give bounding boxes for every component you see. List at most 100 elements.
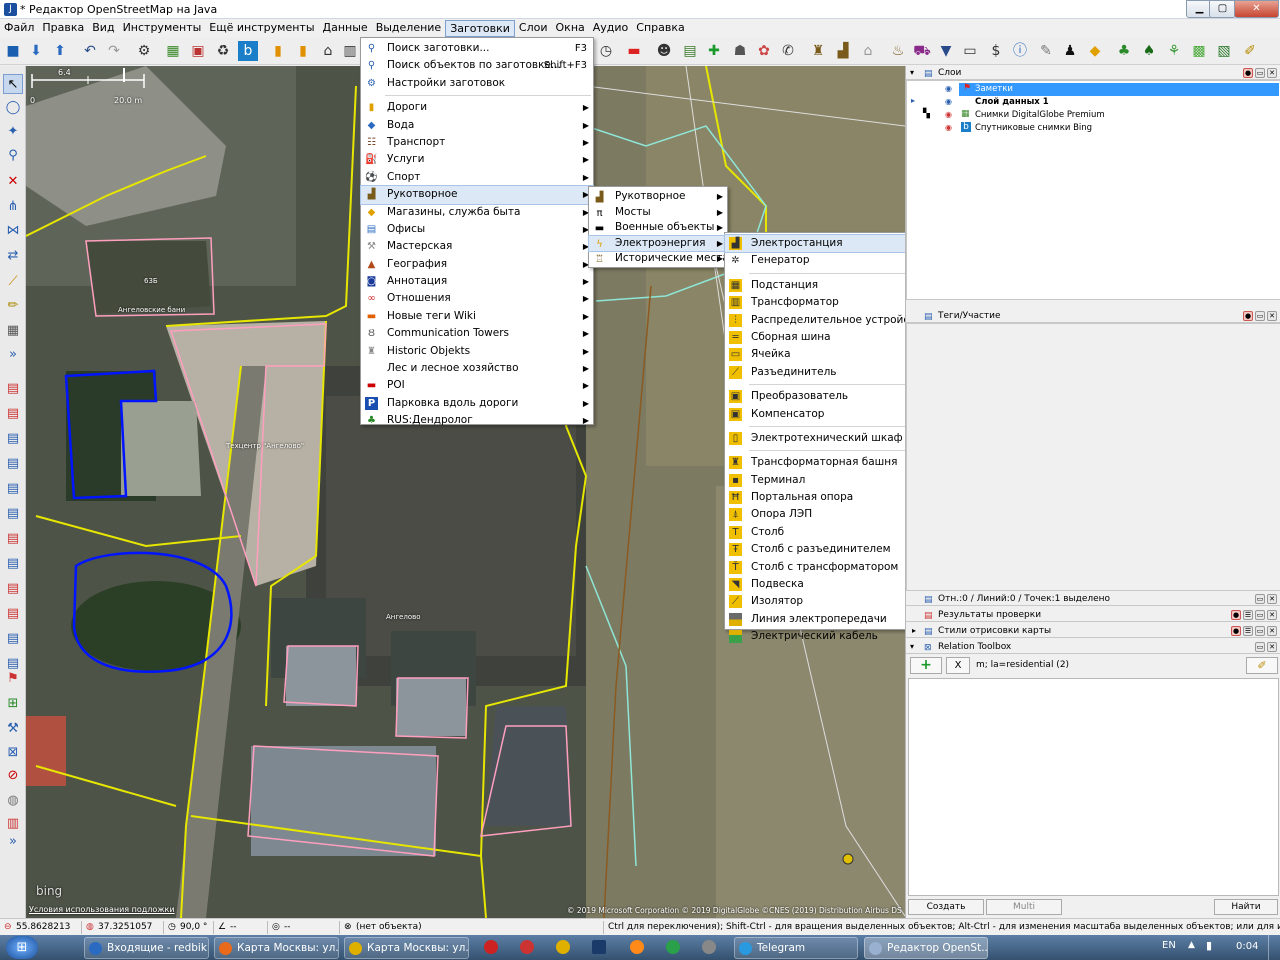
marker-icon[interactable]: ⚑ xyxy=(3,669,23,689)
flag-ru-icon[interactable]: ▬ xyxy=(624,41,644,61)
app-icon-1[interactable] xyxy=(556,940,570,954)
menu-more-tools[interactable]: Ещё инструменты xyxy=(205,20,318,37)
map-icon[interactable]: ▤ xyxy=(680,41,700,61)
castle-icon[interactable]: ♜ xyxy=(808,41,828,61)
plus-health-icon[interactable]: ✚ xyxy=(704,41,724,61)
collapse-icon[interactable]: ▾ xyxy=(910,66,914,80)
menu-parking-lane[interactable]: P Парковка вдоль дороги ▶ xyxy=(361,395,593,412)
menu-substation[interactable]: ▦ Подстанция xyxy=(725,277,917,294)
combine-icon[interactable]: ⋈ xyxy=(3,221,23,241)
panel-settings-icon[interactable]: ☰ xyxy=(1243,610,1253,620)
menu-view[interactable]: Вид xyxy=(88,20,118,37)
task-firefox-1[interactable]: Карта Москвы: ул... xyxy=(214,937,339,959)
tree-icon[interactable]: ♣ xyxy=(1114,41,1134,61)
expand-icon[interactable]: ▸ xyxy=(912,624,916,638)
styles-panel-header[interactable]: ▸ ▤ Стили отрисовки карты ● ☰ ▭ ✕ xyxy=(906,624,1280,638)
menu-search-by-preset[interactable]: ⚲ Поиск объектов по заготовке... Shift+F3 xyxy=(361,57,593,74)
menu-pole-transformer[interactable]: Ť Столб с трансформатором xyxy=(725,559,917,576)
toggle-conflict-icon[interactable]: ▤ xyxy=(3,479,23,499)
add-relation-button[interactable]: + xyxy=(910,657,942,674)
upload-icon[interactable]: ⬆ xyxy=(50,41,70,61)
lasso-icon[interactable]: ◯ xyxy=(3,98,23,118)
menu-portal[interactable]: Ħ Портальная опора xyxy=(725,489,917,506)
app-icon-2[interactable] xyxy=(630,940,644,954)
panel-minimize-icon[interactable]: ✕ xyxy=(1267,311,1277,321)
menu-power-plant[interactable]: ▟ Электростанция xyxy=(724,233,918,254)
visibility-eye-icon[interactable]: ◉ xyxy=(945,123,952,132)
visibility-eye-icon[interactable]: ◉ xyxy=(945,110,952,119)
panel-close-icon[interactable]: ● xyxy=(1243,311,1253,321)
menu-services[interactable]: ⛽ Услуги ▶ xyxy=(361,151,593,168)
maximize-button[interactable]: ▢ xyxy=(1209,0,1236,18)
selection-panel-header[interactable]: ▤ Отн.:0 / Линий:0 / Точек:1 выделено ▭ … xyxy=(906,592,1280,606)
clock-icon[interactable]: ◷ xyxy=(596,41,616,61)
panel-detach-icon[interactable]: ▭ xyxy=(1255,311,1265,321)
barcode-icon[interactable]: ▥ xyxy=(3,814,23,834)
task-josm[interactable]: Редактор OpenSt... xyxy=(864,937,988,959)
panel-close-icon[interactable]: ● xyxy=(1243,68,1253,78)
create-button[interactable]: Создать xyxy=(908,899,984,915)
layers-panel-header[interactable]: ▾ ▤ Слои ● ▭ ✕ xyxy=(906,66,1280,80)
menu-dendrolog[interactable]: ♣ RUS:Дендролог ▶ xyxy=(361,412,593,429)
menu-wiki-tags[interactable]: ▬ Новые теги Wiki ▶ xyxy=(361,308,593,325)
building-tool-icon[interactable]: ▦ xyxy=(3,321,23,341)
panel-detach-icon[interactable]: ▭ xyxy=(1255,626,1265,636)
toggle-notes-icon[interactable]: ▤ xyxy=(3,579,23,599)
shop-cart-icon[interactable]: ⛟ xyxy=(912,41,932,61)
layer-notes[interactable]: Заметки xyxy=(975,83,1013,96)
no-entry-icon[interactable]: ⊘ xyxy=(3,766,23,786)
panel-minimize-icon[interactable]: ✕ xyxy=(1267,610,1277,620)
toggle-author-icon[interactable]: ▤ xyxy=(3,604,23,624)
clock[interactable]: 0:04 xyxy=(1236,941,1258,952)
expand-more-icon[interactable]: » xyxy=(3,832,23,852)
menu-search-preset[interactable]: ⚲ Поиск заготовки... F3 xyxy=(361,40,593,57)
farmland-icon[interactable]: ▧ xyxy=(1214,41,1234,61)
clothes-icon[interactable]: ▼ xyxy=(936,41,956,61)
menu-tower[interactable]: ⍋ Опора ЛЭП xyxy=(725,506,917,523)
expand-icon[interactable]: ▸ xyxy=(911,96,915,105)
menu-converter[interactable]: ▣ Преобразователь xyxy=(725,388,917,405)
menu-compensator[interactable]: ▣ Компенсатор xyxy=(725,406,917,423)
menu-cabinet[interactable]: ▯ Электротехнический шкаф xyxy=(725,430,917,447)
info-icon[interactable]: ⓘ xyxy=(1010,41,1030,61)
toggle-layers-icon[interactable]: ▤ xyxy=(3,379,23,399)
menu-insulator[interactable]: ⟋ Изолятор xyxy=(725,593,917,610)
panel-detach-icon[interactable]: ▭ xyxy=(1255,594,1265,604)
menu-water[interactable]: ◆ Вода ▶ xyxy=(361,117,593,134)
panel-minimize-icon[interactable]: ✕ xyxy=(1267,642,1277,652)
whatsapp-icon[interactable] xyxy=(666,940,680,954)
redo-icon[interactable]: ↷ xyxy=(104,41,124,61)
layer-data[interactable]: Слой данных 1 xyxy=(975,96,1049,109)
menu-help[interactable]: Справка xyxy=(632,20,688,37)
menu-military[interactable]: ▬ Военные объекты ▶ xyxy=(589,220,727,236)
toggle-tags-icon[interactable]: ▤ xyxy=(3,404,23,424)
barrier-icon[interactable]: ⌂ xyxy=(318,41,338,61)
validation-panel-header[interactable]: ▤ Результаты проверки ● ☰ ▭ ✕ xyxy=(906,608,1280,622)
draw-icon[interactable]: ✦ xyxy=(3,122,23,142)
show-desktop-button[interactable] xyxy=(1268,935,1280,960)
clear-relation-button[interactable]: X xyxy=(946,657,970,674)
opera-icon[interactable] xyxy=(484,940,498,954)
bag-icon[interactable]: ◆ xyxy=(1085,41,1105,61)
phone-icon[interactable]: ✆ xyxy=(778,41,798,61)
forest-icon[interactable]: ♠ xyxy=(1139,41,1159,61)
attachment-icon[interactable]: ✎ xyxy=(1036,41,1056,61)
menu-catenary[interactable]: ◥ Подвеска xyxy=(725,576,917,593)
menu-geography[interactable]: ▲ География ▶ xyxy=(361,256,593,273)
menu-pole[interactable]: T Столб xyxy=(725,524,917,541)
toggle-command-icon[interactable]: ▤ xyxy=(3,454,23,474)
menu-file[interactable]: Файл xyxy=(0,20,38,37)
open-icon[interactable]: ■ xyxy=(3,41,23,61)
menu-craft[interactable]: ⚒ Мастерская ▶ xyxy=(361,238,593,255)
imagery-icon[interactable]: ▦ xyxy=(163,41,183,61)
close-button[interactable]: ✕ xyxy=(1234,0,1279,18)
language-indicator[interactable]: EN xyxy=(1162,940,1176,951)
preset-icon-2[interactable]: ▮ xyxy=(293,41,313,61)
menu-windows[interactable]: Окна xyxy=(552,20,589,37)
menu-pole-switch[interactable]: Ŧ Столб с разъединителем xyxy=(725,541,917,558)
panel-close-icon[interactable]: ● xyxy=(1231,626,1241,636)
expand-icon[interactable]: » xyxy=(3,345,23,365)
menu-transformer-tower[interactable]: ♜ Трансформаторная башня xyxy=(725,454,917,471)
tags-panel-header[interactable]: ▤ Теги/Участие ● ▭ ✕ xyxy=(906,309,1280,323)
meadow-icon[interactable]: ▩ xyxy=(1189,41,1209,61)
